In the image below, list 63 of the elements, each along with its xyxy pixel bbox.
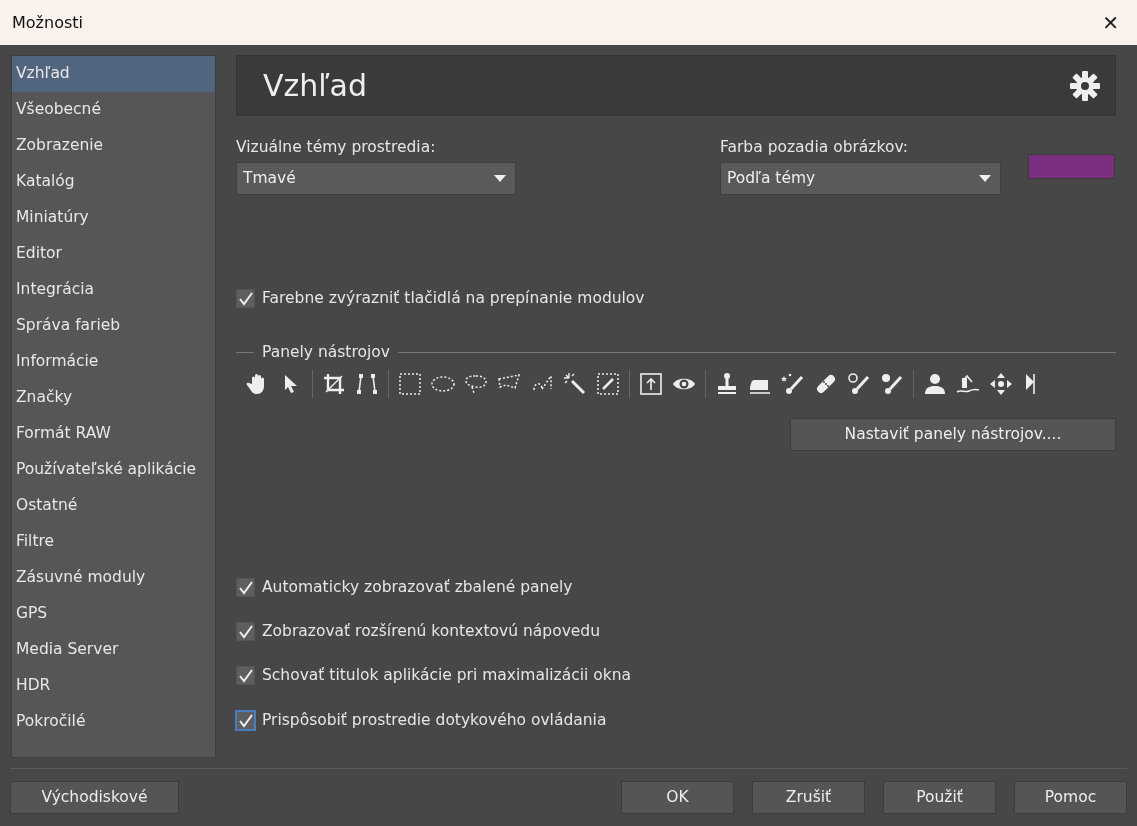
section-title: Panely nástrojov <box>262 341 390 363</box>
sidebar-item[interactable]: GPS <box>12 596 215 632</box>
close-button[interactable]: ✕ <box>1096 7 1125 38</box>
brush-stars-icon[interactable] <box>781 371 805 396</box>
checkbox-label: Automaticky zobrazovať zbalené panely <box>262 576 573 598</box>
brush-circle-icon[interactable] <box>847 371 871 396</box>
person-icon[interactable] <box>923 371 947 396</box>
sidebar-item[interactable]: Miniatúry <box>12 200 215 236</box>
sidebar-item[interactable]: Vzhľad <box>12 56 215 92</box>
brush-selection-icon[interactable] <box>596 371 620 396</box>
sidebar-item[interactable]: Ostatné <box>12 488 215 524</box>
sidebar-item[interactable]: Zásuvné moduly <box>12 560 215 596</box>
sidebar-item[interactable]: Filtre <box>12 524 215 560</box>
checkbox[interactable] <box>236 622 255 642</box>
dropdown-value: Tmavé <box>243 168 296 190</box>
sidebar-item[interactable]: Editor <box>12 236 215 272</box>
sidebar-item[interactable]: Zobrazenie <box>12 128 215 164</box>
caret-icon <box>493 174 507 184</box>
move-arrows-icon[interactable] <box>989 371 1013 396</box>
sidebar-item[interactable]: Media Server <box>12 632 215 668</box>
dialog-button[interactable]: Pomoc <box>1014 781 1127 814</box>
sidebar-item[interactable]: Používateľské aplikácie <box>12 452 215 488</box>
straighten-icon[interactable] <box>355 371 379 396</box>
sidebar-item[interactable]: Formát RAW <box>12 416 215 452</box>
checkbox[interactable] <box>236 577 255 597</box>
caret-icon <box>978 174 992 184</box>
dropdown[interactable]: Tmavé <box>236 162 516 196</box>
sidebar-item[interactable]: Pokročilé <box>12 704 215 740</box>
sidebar-item[interactable]: Všeobecné <box>12 92 215 128</box>
field-label: Farba pozadia obrázkov: <box>720 137 909 158</box>
header-title: Vzhľad <box>263 67 367 105</box>
checkbox[interactable] <box>236 289 255 309</box>
rectangle-selection-icon[interactable] <box>398 371 422 396</box>
stamp-icon[interactable] <box>715 371 739 396</box>
dropdown-value: Podľa témy <box>727 168 816 190</box>
dialog-button[interactable]: OK <box>621 781 734 814</box>
frame-upload-icon[interactable] <box>639 371 663 396</box>
sidebar-item[interactable]: Značky <box>12 380 215 416</box>
brush-dot-icon[interactable] <box>880 371 904 396</box>
dropdown[interactable]: Podľa témy <box>720 162 1001 196</box>
sidebar-item[interactable]: Integrácia <box>12 272 215 308</box>
color-swatch[interactable] <box>1028 154 1115 179</box>
dialog-button[interactable]: Zrušiť <box>752 781 865 814</box>
checkmark-icon <box>237 290 254 308</box>
checkbox-row[interactable]: Zobrazovať rozšírenú kontextovú nápovedu <box>236 620 601 644</box>
checkmark-icon <box>237 623 254 641</box>
crop-icon[interactable] <box>322 371 346 396</box>
field-label: Vizuálne témy prostredia: <box>236 137 437 158</box>
magic-wand-icon[interactable] <box>563 371 587 396</box>
checkbox[interactable] <box>236 710 255 730</box>
defaults-button[interactable]: Východiskové <box>10 781 179 814</box>
checkbox-label: Zobrazovať rozšírenú kontextovú nápovedu <box>262 621 601 642</box>
sidebar-item[interactable]: Katalóg <box>12 164 215 200</box>
checkmark-icon <box>237 667 254 685</box>
sidebar-item[interactable]: Informácie <box>12 344 215 380</box>
checkbox-row[interactable]: Automaticky zobrazovať zbalené panely <box>236 575 573 599</box>
settings-icon[interactable] <box>1069 69 1101 102</box>
sidebar-item[interactable]: HDR <box>12 668 215 704</box>
configure-toolbars-button[interactable]: Nastaviť panely nástrojov.... <box>790 417 1116 451</box>
checkbox[interactable] <box>236 666 255 686</box>
window-title: Možnosti <box>12 11 83 34</box>
sidebar-item[interactable]: Správa farieb <box>12 308 215 344</box>
dialog-button[interactable]: Použiť <box>883 781 996 814</box>
